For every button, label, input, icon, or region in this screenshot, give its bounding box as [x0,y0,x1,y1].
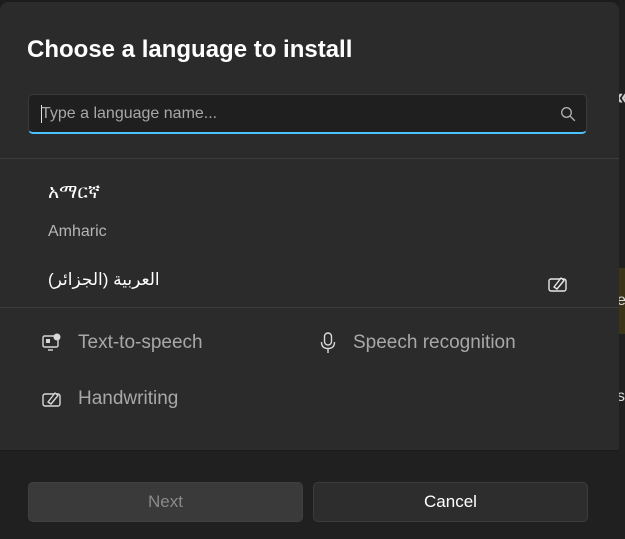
next-button[interactable]: Next [28,482,303,522]
handwriting-icon [548,277,567,292]
handwriting-pen-icon [42,392,61,407]
text-to-speech-icon [42,333,61,351]
feature-speech-recognition: Speech recognition [319,332,516,354]
divider-middle [0,307,619,308]
language-item-arabic-algeria[interactable]: العربية (الجزائر) [48,270,160,290]
language-search-input[interactable] [41,95,541,132]
feature-text-to-speech: Text-to-speech [42,332,203,354]
language-item-amharic-native[interactable]: አማርኛ [48,182,100,204]
dialog-title: Choose a language to install [27,36,353,63]
feature-label-handwriting: Handwriting [78,388,179,409]
language-item-amharic-english: Amharic [48,223,107,240]
divider-top [0,158,619,159]
feature-label-tts: Text-to-speech [78,332,203,353]
search-icon[interactable] [560,106,576,122]
text-caret [41,105,42,123]
microphone-icon [320,332,336,353]
language-install-dialog: Choose a language to install አማርኛ Amhari… [0,2,619,539]
cancel-button[interactable]: Cancel [313,482,588,522]
language-search-box[interactable] [28,94,587,134]
feature-label-speech: Speech recognition [353,332,516,353]
feature-handwriting: Handwriting [42,388,178,410]
dialog-footer: Next Cancel [0,450,619,539]
